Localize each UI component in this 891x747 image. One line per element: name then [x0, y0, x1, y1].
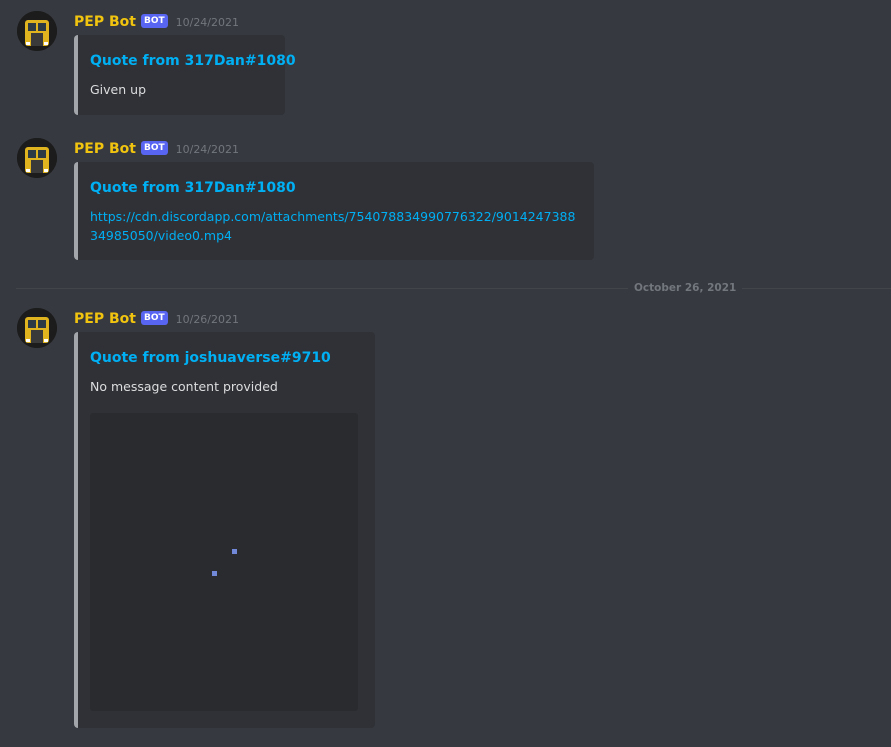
embed-description: Given up — [90, 82, 146, 97]
loading-spinner-dot — [232, 549, 237, 554]
message-header: PEP Bot BOT 10/24/2021 — [74, 138, 239, 160]
username[interactable]: PEP Bot — [74, 13, 136, 31]
bot-badge: BOT — [140, 311, 168, 325]
avatar[interactable] — [17, 138, 57, 178]
quote-embed: Quote from 317Dan#1080 Given up — [74, 35, 296, 115]
avatar[interactable] — [17, 11, 57, 51]
attachment-link[interactable]: https://cdn.discordapp.com/attachments/7… — [90, 207, 580, 245]
train-icon — [17, 138, 57, 178]
train-icon — [17, 11, 57, 51]
date-divider — [16, 288, 891, 289]
timestamp[interactable]: 10/24/2021 — [176, 14, 239, 32]
embed-description: No message content provided — [90, 379, 278, 394]
bot-badge: BOT — [140, 141, 168, 155]
avatar[interactable] — [17, 308, 57, 348]
embed-title[interactable]: Quote from joshuaverse#9710 — [90, 349, 331, 367]
message-header: PEP Bot BOT 10/26/2021 — [74, 308, 239, 330]
loading-spinner-dot — [212, 571, 217, 576]
username[interactable]: PEP Bot — [74, 310, 136, 328]
chat-log: PEP Bot BOT 10/24/2021 Quote from 317Dan… — [0, 0, 891, 747]
timestamp[interactable]: 10/26/2021 — [176, 311, 239, 329]
timestamp[interactable]: 10/24/2021 — [176, 141, 239, 159]
quote-embed: Quote from joshuaverse#9710 No message c… — [74, 332, 375, 728]
quote-embed: Quote from 317Dan#1080 https://cdn.disco… — [74, 162, 594, 260]
message-header: PEP Bot BOT 10/24/2021 — [74, 11, 239, 33]
image-loading-placeholder[interactable] — [90, 413, 358, 711]
train-icon — [17, 308, 57, 348]
embed-title[interactable]: Quote from 317Dan#1080 — [90, 179, 296, 197]
username[interactable]: PEP Bot — [74, 140, 136, 158]
embed-title[interactable]: Quote from 317Dan#1080 — [90, 52, 296, 70]
date-divider-label: October 26, 2021 — [628, 282, 743, 294]
bot-badge: BOT — [140, 14, 168, 28]
